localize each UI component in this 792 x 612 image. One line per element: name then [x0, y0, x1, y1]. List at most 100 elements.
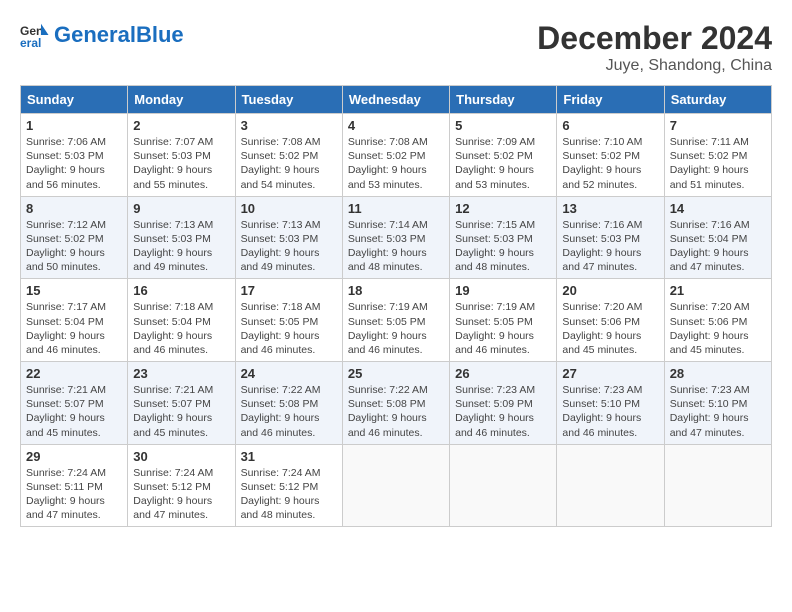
day-info: Sunrise: 7:08 AMSunset: 5:02 PMDaylight:…: [348, 135, 444, 192]
day-info: Sunrise: 7:10 AMSunset: 5:02 PMDaylight:…: [562, 135, 658, 192]
table-row: 30Sunrise: 7:24 AMSunset: 5:12 PMDayligh…: [128, 444, 235, 527]
day-number: 13: [562, 201, 658, 216]
day-number: 7: [670, 118, 766, 133]
day-number: 9: [133, 201, 229, 216]
day-info: Sunrise: 7:16 AMSunset: 5:03 PMDaylight:…: [562, 218, 658, 275]
day-number: 31: [241, 449, 337, 464]
day-number: 29: [26, 449, 122, 464]
col-thursday: Thursday: [450, 86, 557, 114]
day-info: Sunrise: 7:14 AMSunset: 5:03 PMDaylight:…: [348, 218, 444, 275]
day-info: Sunrise: 7:07 AMSunset: 5:03 PMDaylight:…: [133, 135, 229, 192]
table-row: 12 Sunrise: 7:15 AMSunset: 5:03 PMDayligh…: [450, 196, 557, 279]
logo-text: GeneralBlue: [54, 23, 184, 47]
col-sunday: Sunday: [21, 86, 128, 114]
day-number: 23: [133, 366, 229, 381]
location-title: Juye, Shandong, China: [537, 57, 772, 75]
logo-icon: Gen eral: [20, 20, 50, 50]
day-number: 8: [26, 201, 122, 216]
day-number: 6: [562, 118, 658, 133]
table-row: 2Sunrise: 7:07 AMSunset: 5:03 PMDaylight…: [128, 114, 235, 197]
day-info: Sunrise: 7:21 AMSunset: 5:07 PMDaylight:…: [133, 383, 229, 440]
day-number: 26: [455, 366, 551, 381]
day-number: 25: [348, 366, 444, 381]
table-row: 13 Sunrise: 7:16 AMSunset: 5:03 PMDayligh…: [557, 196, 664, 279]
calendar-week-row: 8 Sunrise: 7:12 AMSunset: 5:02 PMDaylight…: [21, 196, 772, 279]
table-row: 7 Sunrise: 7:11 AMSunset: 5:02 PMDaylight…: [664, 114, 771, 197]
day-info: Sunrise: 7:12 AMSunset: 5:02 PMDaylight:…: [26, 218, 122, 275]
day-info: Sunrise: 7:11 AMSunset: 5:02 PMDaylight:…: [670, 135, 766, 192]
svg-text:eral: eral: [20, 36, 41, 50]
table-row: 10 Sunrise: 7:13 AMSunset: 5:03 PMDayligh…: [235, 196, 342, 279]
table-row: 9Sunrise: 7:13 AMSunset: 5:03 PMDaylight…: [128, 196, 235, 279]
title-section: December 2024 Juye, Shandong, China: [537, 20, 772, 75]
table-row: 20 Sunrise: 7:20 AMSunset: 5:06 PMDayligh…: [557, 279, 664, 362]
calendar-week-row: 1Sunrise: 7:06 AMSunset: 5:03 PMDaylight…: [21, 114, 772, 197]
col-tuesday: Tuesday: [235, 86, 342, 114]
day-info: Sunrise: 7:23 AMSunset: 5:09 PMDaylight:…: [455, 383, 551, 440]
day-info: Sunrise: 7:24 AMSunset: 5:12 PMDaylight:…: [241, 466, 337, 523]
day-info: Sunrise: 7:16 AMSunset: 5:04 PMDaylight:…: [670, 218, 766, 275]
day-number: 24: [241, 366, 337, 381]
col-saturday: Saturday: [664, 86, 771, 114]
day-number: 14: [670, 201, 766, 216]
col-friday: Friday: [557, 86, 664, 114]
table-row: 26 Sunrise: 7:23 AMSunset: 5:09 PMDayligh…: [450, 362, 557, 445]
day-info: Sunrise: 7:23 AMSunset: 5:10 PMDaylight:…: [562, 383, 658, 440]
day-info: Sunrise: 7:21 AMSunset: 5:07 PMDaylight:…: [26, 383, 122, 440]
table-row: 16Sunrise: 7:18 AMSunset: 5:04 PMDayligh…: [128, 279, 235, 362]
table-row: 11Sunrise: 7:14 AMSunset: 5:03 PMDayligh…: [342, 196, 449, 279]
col-monday: Monday: [128, 86, 235, 114]
logo-blue: Blue: [136, 22, 184, 47]
table-row: 6 Sunrise: 7:10 AMSunset: 5:02 PMDaylight…: [557, 114, 664, 197]
table-row: 21 Sunrise: 7:20 AMSunset: 5:06 PMDayligh…: [664, 279, 771, 362]
day-number: 30: [133, 449, 229, 464]
day-info: Sunrise: 7:08 AMSunset: 5:02 PMDaylight:…: [241, 135, 337, 192]
day-number: 5: [455, 118, 551, 133]
table-row: 22 Sunrise: 7:21 AMSunset: 5:07 PMDayligh…: [21, 362, 128, 445]
table-row: 5 Sunrise: 7:09 AMSunset: 5:02 PMDaylight…: [450, 114, 557, 197]
day-number: 3: [241, 118, 337, 133]
day-info: Sunrise: 7:23 AMSunset: 5:10 PMDaylight:…: [670, 383, 766, 440]
day-number: 21: [670, 283, 766, 298]
table-row: [557, 444, 664, 527]
day-info: Sunrise: 7:17 AMSunset: 5:04 PMDaylight:…: [26, 300, 122, 357]
day-info: Sunrise: 7:09 AMSunset: 5:02 PMDaylight:…: [455, 135, 551, 192]
table-row: 17 Sunrise: 7:18 AMSunset: 5:05 PMDayligh…: [235, 279, 342, 362]
table-row: 28 Sunrise: 7:23 AMSunset: 5:10 PMDayligh…: [664, 362, 771, 445]
table-row: 15 Sunrise: 7:17 AMSunset: 5:04 PMDayligh…: [21, 279, 128, 362]
calendar-week-row: 22 Sunrise: 7:21 AMSunset: 5:07 PMDayligh…: [21, 362, 772, 445]
day-number: 15: [26, 283, 122, 298]
table-row: 4 Sunrise: 7:08 AMSunset: 5:02 PMDaylight…: [342, 114, 449, 197]
table-row: 1Sunrise: 7:06 AMSunset: 5:03 PMDaylight…: [21, 114, 128, 197]
col-wednesday: Wednesday: [342, 86, 449, 114]
day-info: Sunrise: 7:20 AMSunset: 5:06 PMDaylight:…: [562, 300, 658, 357]
logo: Gen eral GeneralBlue: [20, 20, 184, 50]
day-info: Sunrise: 7:15 AMSunset: 5:03 PMDaylight:…: [455, 218, 551, 275]
day-info: Sunrise: 7:18 AMSunset: 5:05 PMDaylight:…: [241, 300, 337, 357]
day-info: Sunrise: 7:18 AMSunset: 5:04 PMDaylight:…: [133, 300, 229, 357]
day-info: Sunrise: 7:24 AMSunset: 5:11 PMDaylight:…: [26, 466, 122, 523]
table-row: 19Sunrise: 7:19 AMSunset: 5:05 PMDayligh…: [450, 279, 557, 362]
day-info: Sunrise: 7:13 AMSunset: 5:03 PMDaylight:…: [241, 218, 337, 275]
calendar-week-row: 29 Sunrise: 7:24 AMSunset: 5:11 PMDayligh…: [21, 444, 772, 527]
table-row: 24 Sunrise: 7:22 AMSunset: 5:08 PMDayligh…: [235, 362, 342, 445]
day-number: 20: [562, 283, 658, 298]
table-row: [664, 444, 771, 527]
table-row: 8 Sunrise: 7:12 AMSunset: 5:02 PMDaylight…: [21, 196, 128, 279]
logo-general: General: [54, 22, 136, 47]
day-number: 4: [348, 118, 444, 133]
day-info: Sunrise: 7:22 AMSunset: 5:08 PMDaylight:…: [348, 383, 444, 440]
table-row: 23 Sunrise: 7:21 AMSunset: 5:07 PMDayligh…: [128, 362, 235, 445]
day-number: 12: [455, 201, 551, 216]
day-number: 28: [670, 366, 766, 381]
page-header: Gen eral GeneralBlue December 2024 Juye,…: [20, 20, 772, 75]
day-info: Sunrise: 7:22 AMSunset: 5:08 PMDaylight:…: [241, 383, 337, 440]
day-number: 10: [241, 201, 337, 216]
table-row: 25 Sunrise: 7:22 AMSunset: 5:08 PMDayligh…: [342, 362, 449, 445]
day-number: 17: [241, 283, 337, 298]
day-number: 22: [26, 366, 122, 381]
table-row: [342, 444, 449, 527]
table-row: 31 Sunrise: 7:24 AMSunset: 5:12 PMDayligh…: [235, 444, 342, 527]
day-info: Sunrise: 7:20 AMSunset: 5:06 PMDaylight:…: [670, 300, 766, 357]
table-row: 3 Sunrise: 7:08 AMSunset: 5:02 PMDaylight…: [235, 114, 342, 197]
